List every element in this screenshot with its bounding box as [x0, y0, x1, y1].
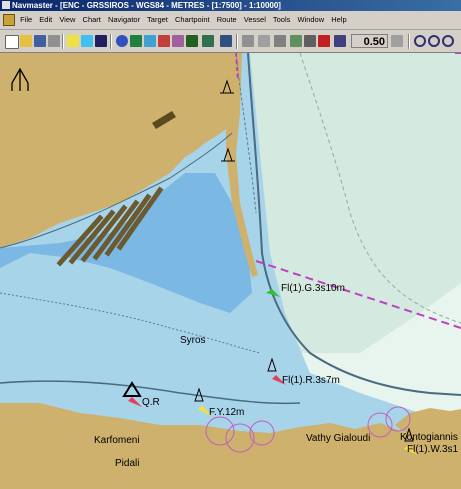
- document-icon[interactable]: [3, 14, 15, 26]
- light-label-qr: Q.R: [142, 397, 160, 408]
- menu-vessel[interactable]: Vessel: [244, 15, 266, 24]
- globe-icon[interactable]: [144, 35, 156, 47]
- measure-icon[interactable]: [274, 35, 286, 47]
- menu-window[interactable]: Window: [297, 15, 324, 24]
- chart-icon[interactable]: [130, 35, 142, 47]
- zoom-in-icon[interactable]: [414, 35, 426, 47]
- record-icon[interactable]: [304, 35, 316, 47]
- line-tool-icon[interactable]: [172, 35, 184, 47]
- select-icon[interactable]: [242, 35, 254, 47]
- zoom-window-icon[interactable]: [442, 35, 454, 47]
- zoom-value-field[interactable]: 0.50: [351, 34, 388, 48]
- light-label-white: Fl(1).W.3s1: [407, 444, 459, 455]
- print-icon[interactable]: [48, 35, 60, 47]
- night-mode-icon[interactable]: [95, 35, 107, 47]
- window-title: Navmaster - [ENC - GRSSIROS - WGS84 - ME…: [12, 1, 281, 10]
- open-icon[interactable]: [20, 35, 32, 47]
- light-label-yellow: F.Y.12m: [209, 407, 244, 418]
- place-label-syros: Syros: [180, 335, 206, 346]
- app-icon: [2, 1, 10, 9]
- nautical-chart[interactable]: Fl(1).G.3s10m Syros Fl(1).R.3s7m Q.R F.Y…: [0, 53, 461, 489]
- zoom-out-icon[interactable]: [428, 35, 440, 47]
- menu-help[interactable]: Help: [331, 15, 346, 24]
- display-icon[interactable]: [202, 35, 214, 47]
- zoom-reset-icon[interactable]: [391, 35, 403, 47]
- new-icon[interactable]: [5, 35, 19, 49]
- light-label-green: Fl(1).G.3s10m: [281, 283, 345, 294]
- chart-view[interactable]: Fl(1).G.3s10m Syros Fl(1).R.3s7m Q.R F.Y…: [0, 53, 461, 489]
- place-label-vathy-gialoudi: Vathy Gialoudi: [306, 433, 370, 444]
- menu-tools[interactable]: Tools: [273, 15, 291, 24]
- menu-chart[interactable]: Chart: [83, 15, 101, 24]
- menu-view[interactable]: View: [59, 15, 75, 24]
- separator: [110, 34, 112, 49]
- separator: [408, 34, 410, 49]
- menu-bar: File Edit View Chart Navigator Target Ch…: [0, 11, 461, 30]
- info-icon[interactable]: [116, 35, 128, 47]
- alarm-icon[interactable]: [318, 35, 330, 47]
- route-tool-icon[interactable]: [158, 35, 170, 47]
- place-label-karfomeni: Karfomeni: [94, 435, 140, 446]
- place-label-pidali: Pidali: [115, 458, 139, 469]
- toolbar: 0.50: [0, 30, 461, 53]
- day-mode-icon[interactable]: [67, 35, 79, 47]
- separator: [62, 34, 64, 49]
- monitor-icon[interactable]: [220, 35, 232, 47]
- pen-icon[interactable]: [290, 35, 302, 47]
- save-icon[interactable]: [34, 35, 46, 47]
- separator: [236, 34, 238, 49]
- light-label-red: Fl(1).R.3s7m: [282, 375, 340, 386]
- menu-edit[interactable]: Edit: [39, 15, 52, 24]
- crosshair-icon[interactable]: [258, 35, 270, 47]
- menu-file[interactable]: File: [20, 15, 32, 24]
- menu-route[interactable]: Route: [217, 15, 237, 24]
- dusk-mode-icon[interactable]: [81, 35, 93, 47]
- menu-target[interactable]: Target: [147, 15, 168, 24]
- layer-icon[interactable]: [186, 35, 198, 47]
- scale-icon[interactable]: [334, 35, 346, 47]
- place-label-kontogiannis: Kontogiannis: [400, 432, 458, 443]
- menu-chartpoint[interactable]: Chartpoint: [175, 15, 210, 24]
- title-bar: Navmaster - [ENC - GRSSIROS - WGS84 - ME…: [0, 0, 461, 11]
- menu-navigator[interactable]: Navigator: [108, 15, 140, 24]
